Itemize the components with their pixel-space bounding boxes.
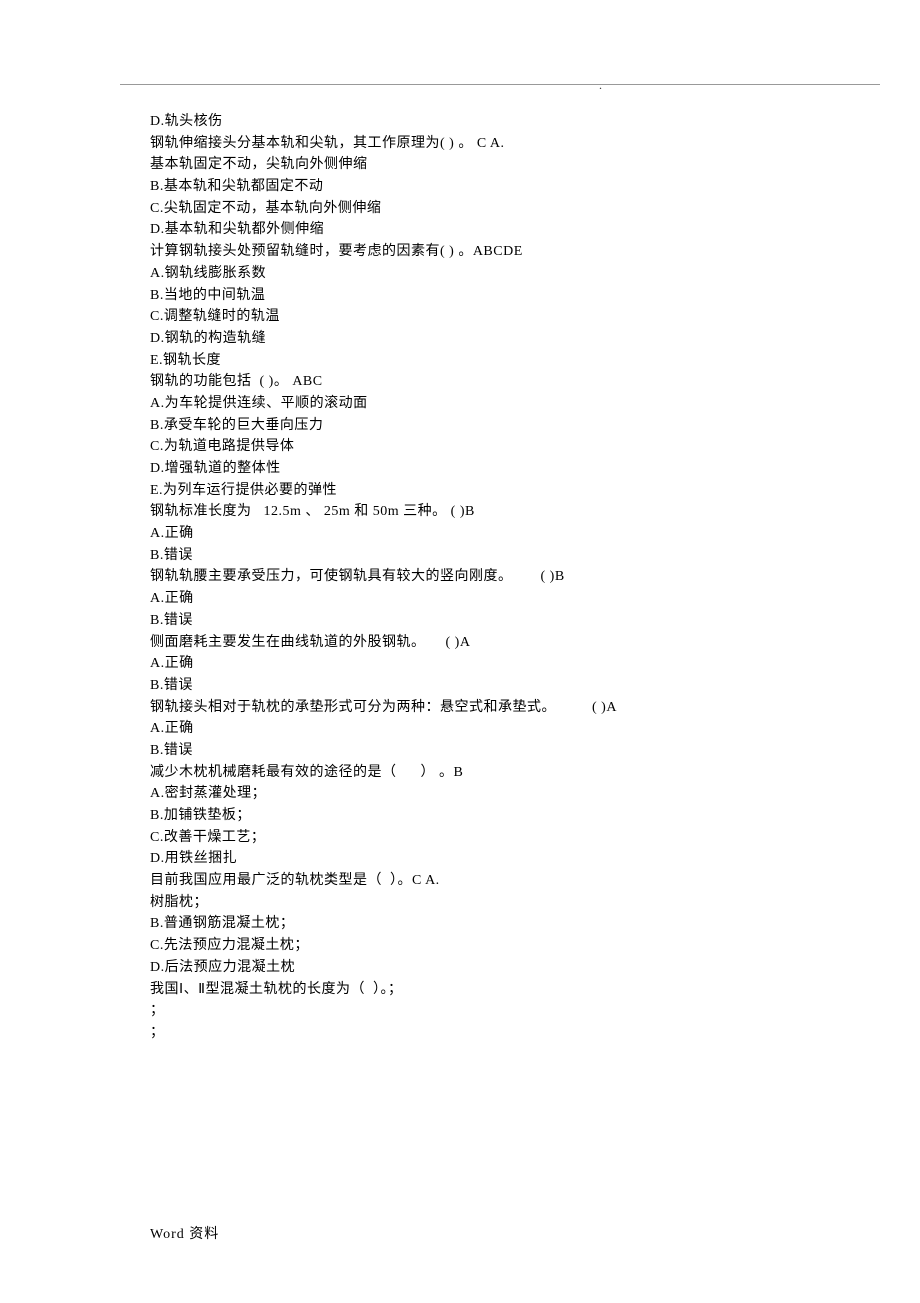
text-line: E.钢轨长度 bbox=[150, 350, 810, 372]
text-line: 计算钢轨接头处预留轨缝时，要考虑的因素有( ) 。ABCDE bbox=[150, 241, 810, 263]
header-rule bbox=[120, 84, 880, 85]
text-line: D.用铁丝捆扎 bbox=[150, 848, 810, 870]
text-line: 基本轨固定不动，尖轨向外侧伸缩 bbox=[150, 154, 810, 176]
text-line: B.错误 bbox=[150, 740, 810, 762]
text-line: C.尖轨固定不动，基本轨向外侧伸缩 bbox=[150, 198, 810, 220]
text-line: B.普通钢筋混凝土枕； bbox=[150, 913, 810, 935]
text-line: A.正确 bbox=[150, 523, 810, 545]
text-line: B.错误 bbox=[150, 675, 810, 697]
text-line: 钢轨接头相对于轨枕的承垫形式可分为两种：悬空式和承垫式。 ( )A bbox=[150, 697, 810, 719]
text-line: B.基本轨和尖轨都固定不动 bbox=[150, 176, 810, 198]
footer-text: Word 资料 bbox=[150, 1223, 219, 1243]
text-line: 树脂枕； bbox=[150, 892, 810, 914]
text-line: D.基本轨和尖轨都外侧伸缩 bbox=[150, 219, 810, 241]
document-page: . D.轨头核伤钢轨伸缩接头分基本轨和尖轨，其工作原理为( ) 。 C A.基本… bbox=[0, 0, 920, 1303]
text-line: A.正确 bbox=[150, 653, 810, 675]
text-line: 我国Ⅰ、Ⅱ型混凝土轨枕的长度为（ ）。； bbox=[150, 979, 810, 1001]
text-line: D.增强轨道的整体性 bbox=[150, 458, 810, 480]
text-line: B.承受车轮的巨大垂向压力 bbox=[150, 415, 810, 437]
text-line: C.调整轨缝时的轨温 bbox=[150, 306, 810, 328]
text-line: C.改善干燥工艺； bbox=[150, 827, 810, 849]
text-line: 减少木枕机械磨耗最有效的途径的是（ ） 。B bbox=[150, 762, 810, 784]
text-line: A.正确 bbox=[150, 718, 810, 740]
text-line: A.密封蒸灌处理； bbox=[150, 783, 810, 805]
text-line: B.错误 bbox=[150, 610, 810, 632]
text-line: ； bbox=[150, 1022, 810, 1044]
text-line: C.为轨道电路提供导体 bbox=[150, 436, 810, 458]
text-line: 侧面磨耗主要发生在曲线轨道的外股钢轨。 ( )A bbox=[150, 632, 810, 654]
text-line: D.轨头核伤 bbox=[150, 111, 810, 133]
text-line: 钢轨标准长度为 12.5m 、 25m 和 50m 三种。 ( )B bbox=[150, 501, 810, 523]
text-line: D.钢轨的构造轨缝 bbox=[150, 328, 810, 350]
text-line: A.为车轮提供连续、平顺的滚动面 bbox=[150, 393, 810, 415]
text-line: C.先法预应力混凝土枕； bbox=[150, 935, 810, 957]
header-dot: . bbox=[599, 78, 602, 93]
text-line: ； bbox=[150, 1000, 810, 1022]
text-line: 钢轨的功能包括 ( )。 ABC bbox=[150, 371, 810, 393]
document-body: D.轨头核伤钢轨伸缩接头分基本轨和尖轨，其工作原理为( ) 。 C A.基本轨固… bbox=[150, 111, 810, 1044]
text-line: D.后法预应力混凝土枕 bbox=[150, 957, 810, 979]
text-line: B.当地的中间轨温 bbox=[150, 285, 810, 307]
text-line: B.错误 bbox=[150, 545, 810, 567]
text-line: 目前我国应用最广泛的轨枕类型是（ ）。C A. bbox=[150, 870, 810, 892]
text-line: 钢轨轨腰主要承受压力，可使钢轨具有较大的竖向刚度。 ( )B bbox=[150, 566, 810, 588]
text-line: B.加铺铁垫板； bbox=[150, 805, 810, 827]
text-line: E.为列车运行提供必要的弹性 bbox=[150, 480, 810, 502]
text-line: A.正确 bbox=[150, 588, 810, 610]
text-line: A.钢轨线膨胀系数 bbox=[150, 263, 810, 285]
text-line: 钢轨伸缩接头分基本轨和尖轨，其工作原理为( ) 。 C A. bbox=[150, 133, 810, 155]
